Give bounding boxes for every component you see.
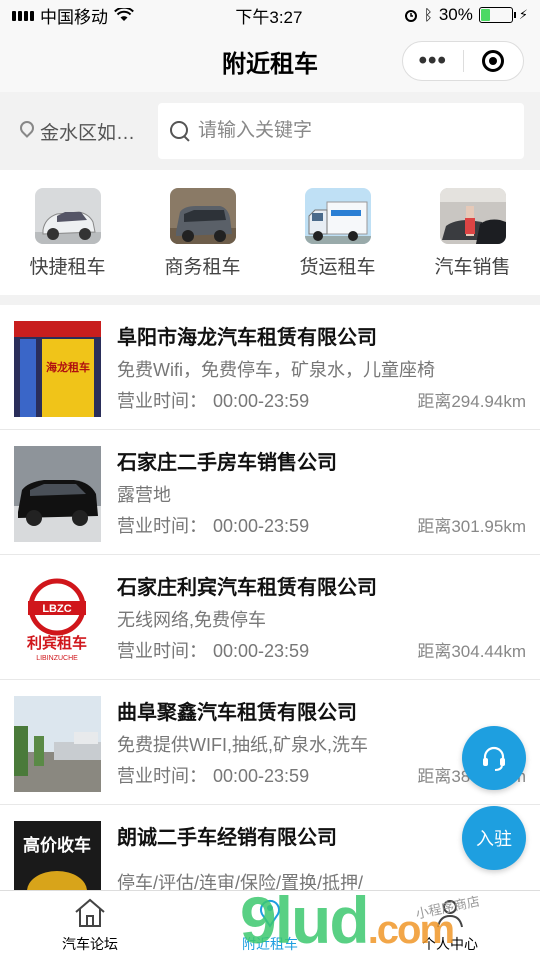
bluetooth-icon: ᛒ — [423, 6, 433, 24]
category-grid: 快捷租车 商务租车 货运租车 汽车销售 — [0, 170, 540, 305]
carrier: 中国移动 — [40, 7, 108, 27]
tab-label: 个人中心 — [422, 936, 478, 952]
more-menu-button[interactable]: ••• — [403, 43, 463, 79]
page-title: 附近租车 — [222, 50, 318, 78]
tab-bar: 汽车论坛 附近租车 个人中心 — [0, 890, 540, 960]
hours-label: 营业时间： — [117, 766, 207, 786]
store-distance: 距离304.44km — [417, 642, 526, 661]
showroom-photo-icon — [439, 188, 506, 244]
battery-icon — [478, 7, 516, 23]
store-sign-text: 海龙租车 — [46, 360, 90, 374]
store-distance: 距离294.94km — [417, 392, 526, 411]
join-button[interactable]: 入驻 — [462, 806, 526, 870]
home-icon — [75, 898, 105, 927]
store-hours: 00:00-23:59 — [213, 391, 310, 411]
alarm-icon — [404, 10, 417, 22]
headset-icon — [483, 746, 505, 771]
category-label: 货运租车 — [299, 257, 376, 278]
car-photo-icon — [34, 188, 101, 244]
store-distance: 距离301.95km — [417, 517, 526, 536]
close-button[interactable] — [464, 50, 524, 72]
tab-label: 汽车论坛 — [62, 936, 118, 952]
category-freight-rental[interactable]: 货运租车 — [283, 188, 393, 279]
location-pin-icon — [20, 121, 34, 141]
location-tab-icon — [260, 899, 280, 928]
logo-cn: 利宾租车 — [27, 634, 87, 652]
store-thumbnail: 海龙租车 — [14, 321, 101, 417]
list-item[interactable]: 曲阜聚鑫汽车租赁有限公司 免费提供WIFI,抽纸,矿泉水,洗车 营业时间： 00:… — [0, 680, 540, 805]
store-logo: LBZC 利宾租车 LIBINZUCHE — [14, 571, 101, 667]
van-photo-icon — [169, 188, 236, 244]
rental-list: 海龙租车 阜阳市海龙汽车租赁有限公司 免费Wifi，免费停车，矿泉水，儿童座椅 … — [0, 305, 540, 930]
store-services: 免费Wifi，免费停车，矿泉水，儿童座椅 — [117, 359, 435, 380]
category-label: 汽车销售 — [434, 257, 511, 278]
close-circle-icon — [482, 50, 505, 72]
nav-bar: 附近租车 ••• — [0, 30, 540, 92]
list-item[interactable]: LBZC 利宾租车 LIBINZUCHE 石家庄利宾汽车租赁有限公司 无线网络,免费… — [0, 555, 540, 680]
category-car-sales[interactable]: 汽车销售 — [418, 188, 528, 279]
tab-nearby-rental[interactable]: 附近租车 — [180, 891, 360, 960]
store-name: 阜阳市海龙汽车租赁有限公司 — [117, 327, 377, 349]
store-name: 曲阜聚鑫汽车租赁有限公司 — [117, 702, 357, 724]
miniprogram-capsule: ••• — [402, 41, 524, 81]
store-thumbnail — [14, 446, 101, 542]
search-input[interactable] — [198, 120, 512, 142]
signal-icon — [12, 9, 34, 21]
search-icon — [170, 121, 190, 141]
store-hours: 00:00-23:59 — [213, 766, 310, 786]
search-bar: 金水区如… — [0, 92, 540, 170]
category-business-rental[interactable]: 商务租车 — [148, 188, 258, 279]
tab-profile[interactable]: 个人中心 — [360, 891, 540, 960]
hours-label: 营业时间： — [117, 516, 207, 536]
charging-icon: ⚡ — [518, 7, 528, 22]
store-name: 石家庄利宾汽车租赁有限公司 — [117, 577, 377, 599]
battery-percent: 30% — [438, 5, 473, 24]
logo-en: LIBINZUCHE — [36, 655, 78, 662]
logo-letters: LBZC — [42, 603, 71, 615]
store-thumbnail — [14, 696, 101, 792]
list-item[interactable]: 海龙租车 阜阳市海龙汽车租赁有限公司 免费Wifi，免费停车，矿泉水，儿童座椅 … — [0, 305, 540, 430]
category-label: 商务租车 — [164, 257, 241, 278]
hours-label: 营业时间： — [117, 391, 207, 411]
category-quick-rental[interactable]: 快捷租车 — [13, 188, 123, 279]
store-services: 露营地 — [117, 484, 171, 505]
truck-photo-icon — [304, 188, 371, 244]
store-sign-text: 高价收车 — [23, 835, 91, 856]
store-hours: 00:00-23:59 — [213, 516, 310, 536]
location-label: 金水区如… — [40, 122, 136, 144]
location-selector[interactable]: 金水区如… — [20, 118, 148, 145]
store-hours: 00:00-23:59 — [213, 641, 310, 661]
search-box[interactable] — [158, 103, 524, 159]
store-services: 无线网络,免费停车 — [117, 609, 267, 630]
person-icon — [437, 900, 463, 928]
clock: 下午3:27 — [235, 7, 303, 27]
status-bar: 中国移动 下午3:27 ᛒ 30% ⚡ — [0, 0, 540, 30]
category-label: 快捷租车 — [29, 257, 106, 278]
store-name: 石家庄二手房车销售公司 — [117, 452, 337, 474]
tab-label: 附近租车 — [242, 936, 298, 952]
hours-label: 营业时间： — [117, 641, 207, 661]
list-item[interactable]: 石家庄二手房车销售公司 露营地 营业时间： 00:00-23:59 距离301.9… — [0, 430, 540, 555]
customer-service-button[interactable] — [462, 726, 526, 790]
wifi-icon — [114, 8, 134, 21]
tab-forum[interactable]: 汽车论坛 — [0, 891, 180, 960]
